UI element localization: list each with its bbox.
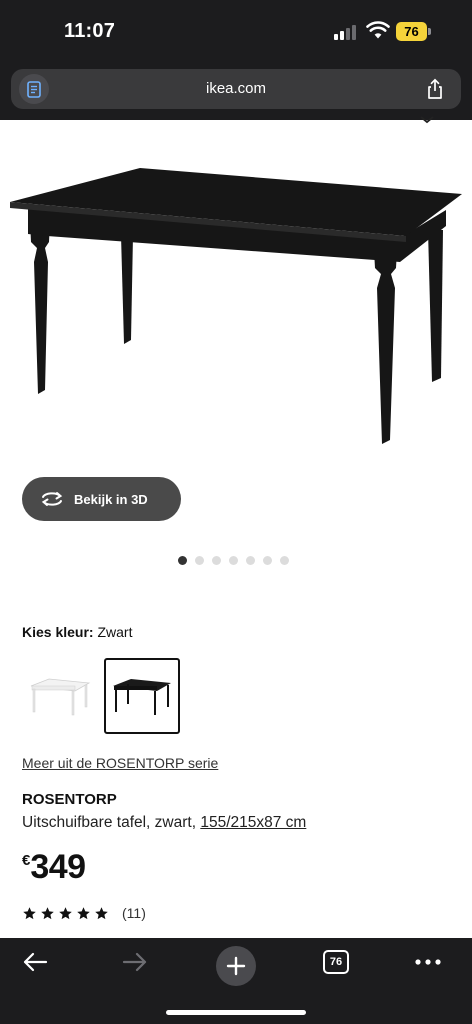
product-description: Uitschuifbare tafel, zwart, 155/215x87 c… xyxy=(22,814,306,832)
carousel-dot[interactable] xyxy=(195,556,204,565)
series-link[interactable]: Meer uit de ROSENTORP serie xyxy=(22,755,218,771)
chevron-down-icon xyxy=(420,116,434,124)
view-in-3d-button[interactable]: Bekijk in 3D xyxy=(22,477,181,521)
forward-button[interactable] xyxy=(113,938,157,986)
cellular-signal-icon xyxy=(334,24,360,40)
product-price: € 349 xyxy=(22,848,86,887)
home-indicator xyxy=(166,1010,306,1015)
price-currency: € xyxy=(22,852,31,869)
carousel-dot[interactable] xyxy=(212,556,221,565)
color-value: Zwart xyxy=(97,624,133,640)
product-image[interactable] xyxy=(0,150,472,460)
wifi-icon xyxy=(366,21,390,39)
star-icon xyxy=(59,906,72,919)
product-name: ROSENTORP xyxy=(22,791,117,808)
star-icon xyxy=(77,906,90,919)
carousel-dot[interactable] xyxy=(280,556,289,565)
color-label: Kies kleur: xyxy=(22,624,94,640)
tabs-button[interactable]: 76 xyxy=(314,938,358,986)
more-dots-icon xyxy=(415,959,441,965)
more-menu-button[interactable] xyxy=(406,938,450,986)
share-icon[interactable] xyxy=(423,77,447,101)
carousel-dot[interactable] xyxy=(246,556,255,565)
arrow-right-icon xyxy=(122,952,147,972)
black-table-thumbnail xyxy=(113,679,171,715)
description-text: Uitschuifbare tafel, zwart, xyxy=(22,814,197,831)
plus-icon xyxy=(226,956,246,976)
carousel-dot[interactable] xyxy=(229,556,238,565)
battery-level: 76 xyxy=(396,22,427,41)
tab-count: 76 xyxy=(323,950,349,974)
color-selector-label: Kies kleur: Zwart xyxy=(22,624,132,640)
dimensions-link[interactable]: 155/215x87 cm xyxy=(200,814,306,831)
carousel-dot[interactable] xyxy=(178,556,187,565)
star-icon xyxy=(41,906,54,919)
price-amount: 349 xyxy=(30,848,86,886)
star-icon xyxy=(23,906,36,919)
swatch-black[interactable] xyxy=(104,658,180,734)
carousel-dot[interactable] xyxy=(263,556,272,565)
swatch-white[interactable] xyxy=(22,658,98,734)
status-time: 11:07 xyxy=(64,20,116,42)
url-text[interactable]: ikea.com xyxy=(11,80,461,97)
star-icon xyxy=(95,906,108,919)
review-count[interactable]: (11) xyxy=(122,905,146,921)
browser-top-chrome: 11:07 76 ikea.com xyxy=(0,0,472,120)
arrow-left-icon xyxy=(23,952,48,972)
view-in-3d-label: Bekijk in 3D xyxy=(74,491,148,507)
new-tab-button[interactable] xyxy=(214,942,258,990)
battery-indicator: 76 xyxy=(396,22,432,41)
address-bar[interactable]: ikea.com xyxy=(11,69,461,109)
rotate-3d-icon xyxy=(41,492,63,506)
white-table-thumbnail xyxy=(30,678,91,716)
image-carousel-indicator[interactable] xyxy=(178,556,289,565)
rating[interactable]: (11) xyxy=(22,905,146,921)
back-button[interactable] xyxy=(13,938,57,986)
